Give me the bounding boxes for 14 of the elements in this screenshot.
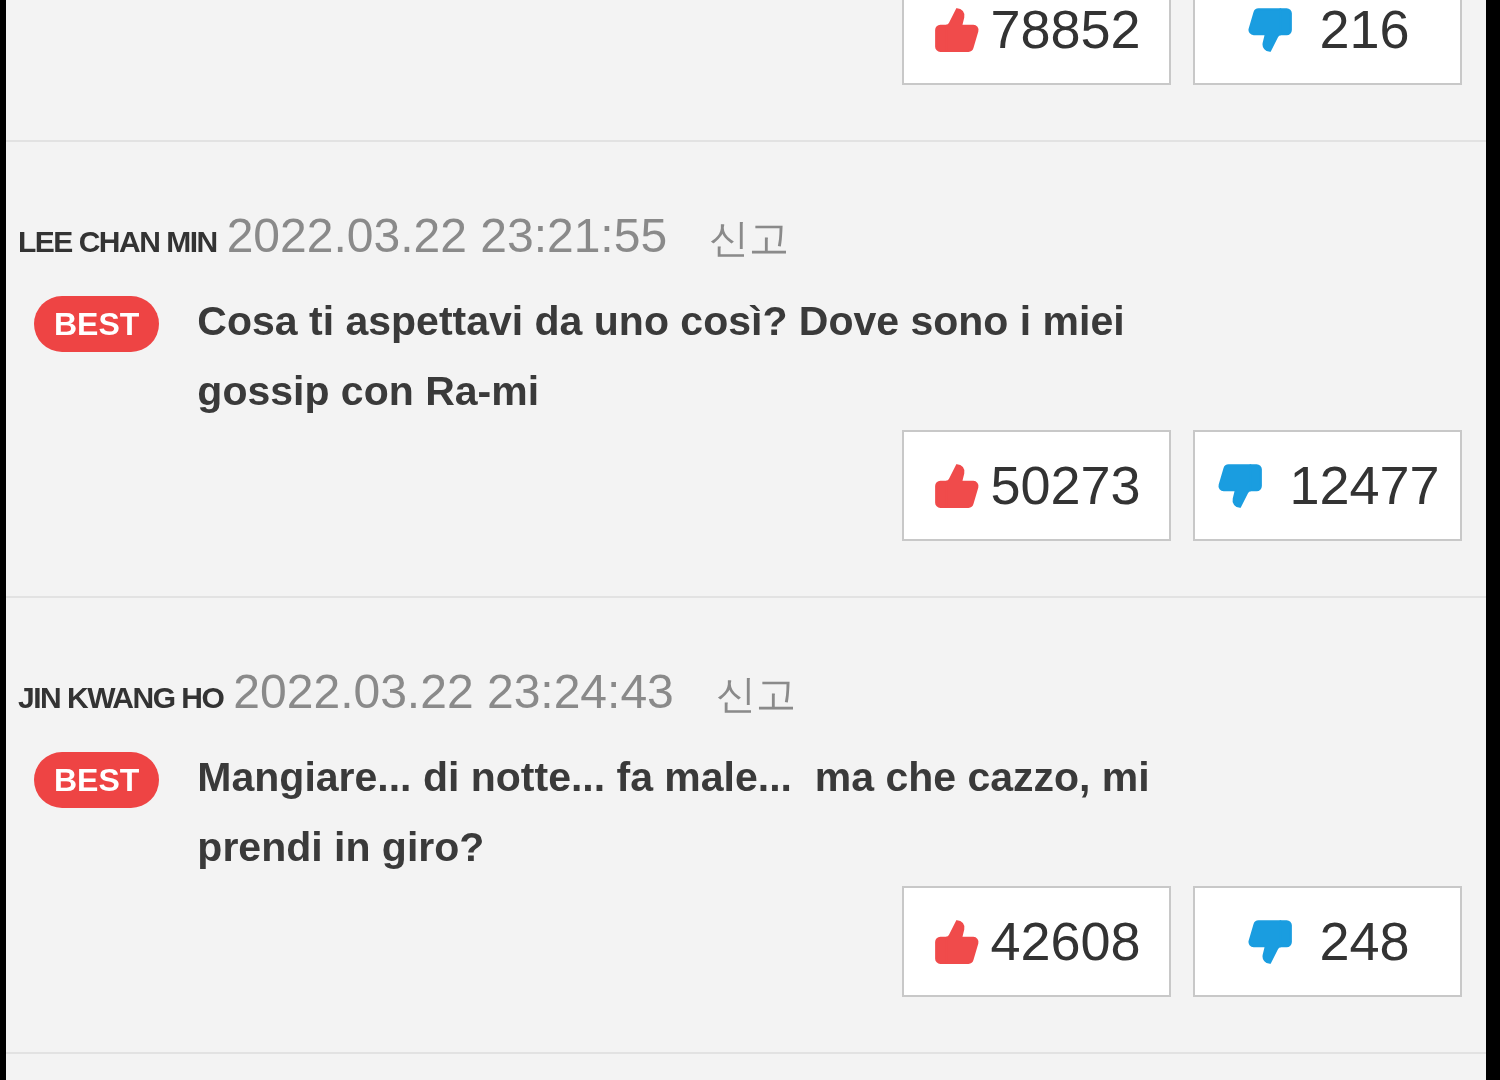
dislike-button[interactable]: 248 [1193, 886, 1462, 997]
comment-timestamp: 2022.03.22 23:24:43 [233, 664, 674, 720]
comment-text: Mangiare... di notte... fa male... ma che cazzo, mi prendi in giro? [197, 753, 1151, 872]
dislike-button[interactable]: 12477 [1193, 430, 1462, 541]
comment-text: Cosa ti aspettavi da uno così? Dove sono i miei gossip con Ra-mi [197, 297, 1126, 416]
like-button[interactable]: 50273 [902, 430, 1171, 541]
dislike-button[interactable]: 216 [1193, 0, 1462, 85]
comment-timestamp: 2022.03.22 23:21:55 [226, 208, 668, 264]
like-button[interactable]: 42608 [902, 886, 1171, 997]
like-button[interactable]: 78852 [902, 0, 1171, 85]
comment-author: JIN KWANG HO [18, 680, 224, 716]
best-badge: BEST [34, 752, 160, 808]
comment-author: LEE CHAN MIN [18, 224, 217, 260]
best-badge: BEST [34, 296, 160, 352]
